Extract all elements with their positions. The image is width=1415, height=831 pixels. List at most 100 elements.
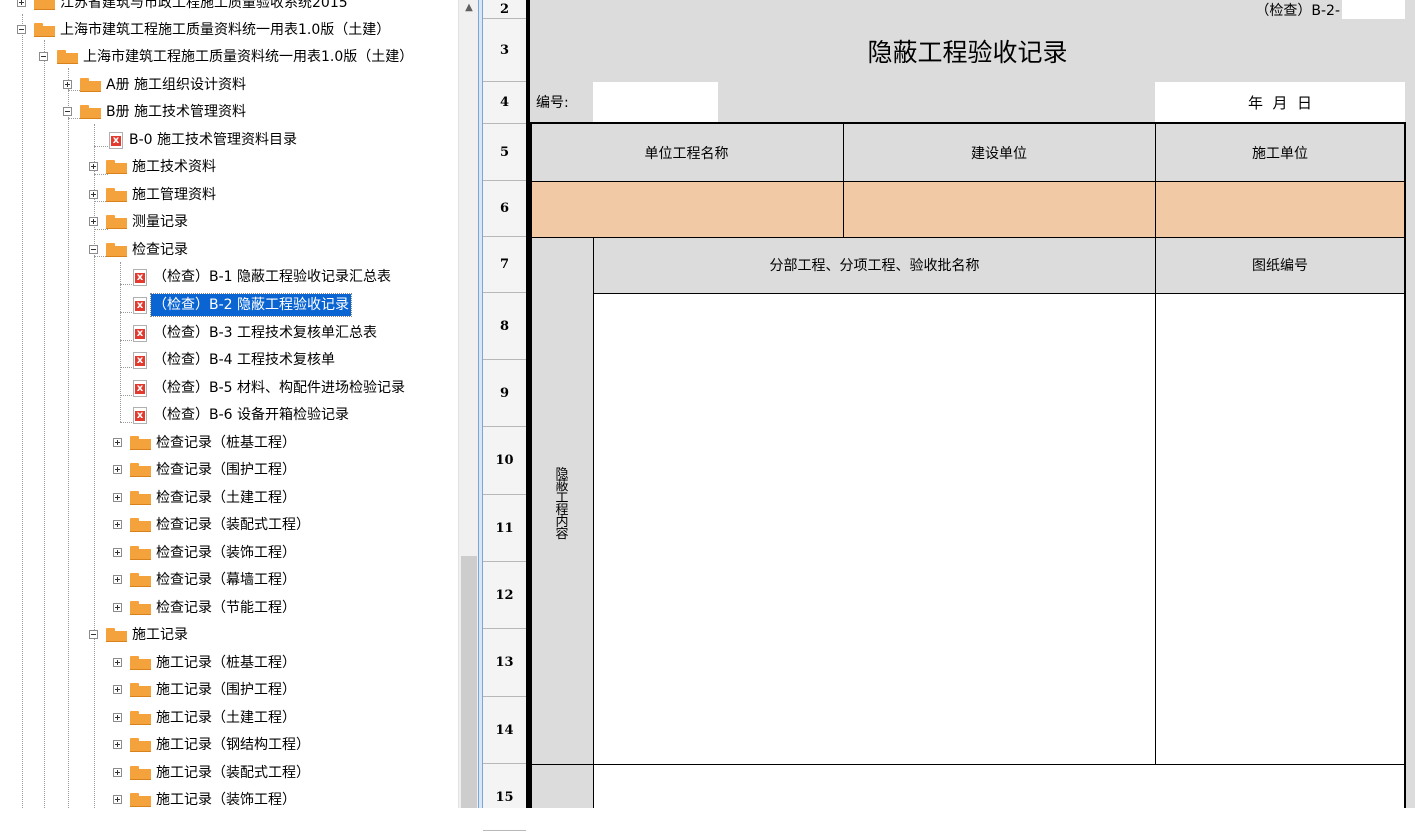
excel-doc-icon [133, 407, 147, 424]
form-sheet[interactable]: （检查）B-2- 隐蔽工程验收记录 编号: 年 月 日 单位工程名称 建设单位 … [530, 0, 1415, 808]
expand-icon[interactable] [113, 795, 122, 804]
scroll-up-arrow-icon[interactable]: ▲ [459, 0, 479, 18]
project-tree[interactable]: 江苏省建筑与市政工程施工质量验收系统2015 上海市建筑工程施工质量资料统一用表… [0, 0, 458, 808]
tree-item-label: 施工记录（钢结构工程） [156, 737, 310, 753]
expand-icon[interactable] [63, 80, 72, 89]
folder-open-icon [57, 49, 78, 64]
collapse-icon[interactable] [17, 25, 26, 34]
builder-input[interactable] [843, 181, 1155, 237]
tree-item-label: 施工记录（桩基工程） [156, 655, 296, 671]
tree-item-label: 施工管理资料 [132, 187, 216, 203]
collapse-icon[interactable] [89, 245, 98, 254]
expand-icon[interactable] [113, 603, 122, 612]
tree-item-label: （检查）B-4 工程技术复核单 [153, 352, 336, 368]
folder-icon [130, 792, 151, 807]
tree-item-label: 施工记录 [132, 627, 188, 643]
expand-icon[interactable] [113, 768, 122, 777]
tree-item-label-selected: （检查）B-2 隐蔽工程验收记录 [149, 293, 353, 317]
collapse-icon[interactable] [89, 630, 98, 639]
border-line [843, 122, 844, 237]
expand-icon[interactable] [113, 493, 122, 502]
row-header[interactable]: 9 [483, 360, 526, 427]
tree-scrollbar[interactable]: ▲ [458, 0, 479, 808]
expand-icon[interactable] [113, 520, 122, 529]
tree-item-label: 检查记录 [132, 242, 188, 258]
row-header[interactable]: 14 [483, 697, 526, 764]
row-header[interactable]: 10 [483, 427, 526, 495]
row-header[interactable]: 7 [483, 237, 526, 293]
tree-item-label: 施工记录（围护工程） [156, 682, 296, 698]
folder-icon [130, 655, 151, 670]
expand-icon[interactable] [113, 548, 122, 557]
expand-icon[interactable] [89, 190, 98, 199]
expand-icon[interactable] [89, 162, 98, 171]
tree-item-label: （检查）B-6 设备开箱检验记录 [153, 407, 350, 423]
folder-icon [130, 545, 151, 560]
excel-doc-icon [133, 325, 147, 342]
expand-icon[interactable] [113, 438, 122, 447]
tree-item-label: B册 施工技术管理资料 [106, 104, 247, 120]
row-header[interactable]: 8 [483, 293, 526, 360]
expand-icon[interactable] [113, 575, 122, 584]
hidden-content-label: 隐蔽工程内容 [555, 467, 569, 542]
tree-item-label: 江苏省建筑与市政工程施工质量验收系统2015 [60, 0, 348, 11]
border-line [530, 237, 1405, 238]
unit-project-name-input[interactable] [530, 181, 843, 237]
folder-icon [106, 159, 127, 174]
tree-item-label: 检查记录（土建工程） [156, 490, 296, 506]
border-line [1155, 122, 1156, 764]
folder-icon [34, 0, 55, 10]
subitem-name-input[interactable] [594, 293, 1155, 764]
folder-icon [130, 517, 151, 532]
folder-open-icon [80, 104, 101, 119]
expand-icon[interactable] [89, 217, 98, 226]
row-header[interactable]: 5 [483, 124, 526, 181]
drawing-no-header: 图纸编号 [1252, 258, 1308, 274]
scrollbar-thumb[interactable] [461, 556, 477, 808]
excel-doc-icon [133, 352, 147, 369]
tree-item-label: 检查记录（装配式工程） [156, 517, 310, 533]
row-header[interactable]: 15 [483, 764, 526, 831]
row-header[interactable]: 4 [483, 82, 526, 124]
row-header[interactable]: 12 [483, 562, 526, 629]
expand-icon[interactable] [113, 465, 122, 474]
constructor-header: 施工单位 [1252, 145, 1308, 162]
row-header[interactable]: 11 [483, 495, 526, 562]
row-headers: 2 3 4 5 6 7 8 9 10 11 12 13 14 15 [483, 0, 526, 831]
collapse-icon[interactable] [39, 52, 48, 61]
tree-item-label: 施工技术资料 [132, 159, 216, 175]
expand-icon[interactable] [113, 658, 122, 667]
form-code: （检查）B-2- [1255, 2, 1340, 19]
expand-icon[interactable] [113, 685, 122, 694]
constructor-input[interactable] [1155, 181, 1405, 237]
expand-icon[interactable] [113, 713, 122, 722]
folder-icon [130, 462, 151, 477]
tree-item-label: A册 施工组织设计资料 [106, 77, 247, 93]
expand-icon[interactable] [113, 740, 122, 749]
border-line [594, 293, 1405, 294]
tree-item-label: B-0 施工技术管理资料目录 [129, 132, 298, 148]
tree-item-label: 上海市建筑工程施工质量资料统一用表1.0版（土建） [60, 22, 391, 38]
subitem-name-header: 分部工程、分项工程、验收批名称 [769, 258, 980, 274]
excel-doc-icon [133, 380, 147, 397]
folder-icon [130, 710, 151, 725]
row-header[interactable]: 2 [483, 0, 526, 19]
folder-icon [106, 187, 127, 202]
row-header[interactable]: 13 [483, 629, 526, 697]
tree-item-label: 上海市建筑工程施工质量资料统一用表1.0版（土建） [83, 49, 414, 65]
collapse-icon[interactable] [63, 107, 72, 116]
excel-doc-icon [133, 297, 147, 314]
drawing-no-input[interactable] [1155, 293, 1405, 764]
form-title: 隐蔽工程验收记录 [867, 37, 1068, 67]
row-header[interactable]: 6 [483, 181, 526, 237]
border-line [530, 181, 1405, 182]
folder-icon [130, 682, 151, 697]
form-code-input[interactable] [1342, 0, 1405, 19]
tree-item-label: 检查记录（装饰工程） [156, 545, 296, 561]
unit-project-name-header: 单位工程名称 [644, 145, 729, 162]
date-field[interactable]: 年 月 日 [1155, 82, 1405, 122]
number-input[interactable] [593, 82, 718, 122]
expand-icon[interactable] [17, 0, 26, 7]
folder-icon [106, 214, 127, 229]
row-header[interactable]: 3 [483, 19, 526, 82]
